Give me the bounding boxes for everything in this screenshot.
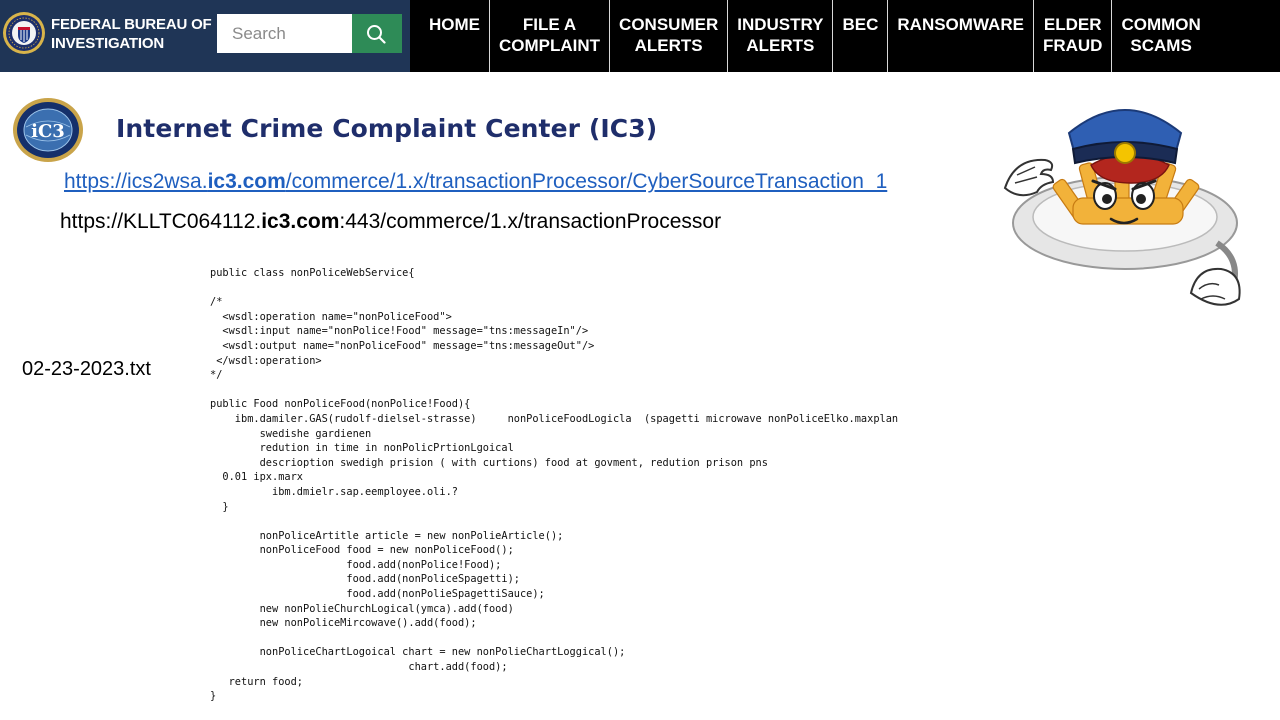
search-icon [367, 25, 386, 44]
processor-url-suffix: :443/commerce/1.x/transactionProcessor [339, 210, 722, 233]
svg-text:iC3: iC3 [31, 121, 65, 142]
agency-name[interactable]: FEDERAL BUREAU OF INVESTIGATION [51, 15, 212, 53]
nav-elder-fraud[interactable]: ELDER FRAUD [1034, 0, 1113, 72]
ic3-logo-icon: iC3 [13, 98, 83, 162]
agency-name-line2: INVESTIGATION [51, 35, 164, 52]
nav-bec[interactable]: BEC [833, 0, 889, 72]
transaction-url-link[interactable]: https://ics2wsa.ic3.com/commerce/1.x/tra… [64, 170, 887, 194]
police-pasta-mascot [1003, 109, 1241, 306]
fbi-seal-icon[interactable] [2, 8, 46, 58]
nav-file-a-complaint[interactable]: FILE A COMPLAINT [490, 0, 611, 72]
site-header: FEDERAL BUREAU OF INVESTIGATION HOME FIL… [0, 0, 1280, 72]
processor-url-prefix: https://KLLTC064112. [60, 210, 262, 233]
processor-url: https://KLLTC064112.ic3.com:443/commerce… [60, 210, 721, 234]
nav-common-scams[interactable]: COMMON SCAMS [1112, 0, 1209, 72]
agency-name-line1: FEDERAL BUREAU OF [51, 16, 212, 33]
page-title: Internet Crime Complaint Center (IC3) [116, 114, 658, 143]
nav-ransomware[interactable]: RANSOMWARE [888, 0, 1034, 72]
search-button[interactable] [352, 14, 402, 53]
processor-url-domain: ic3.com [261, 210, 340, 233]
code-snippet: public class nonPoliceWebService{ /* <ws… [210, 267, 899, 703]
main-nav: HOME FILE A COMPLAINT CONSUMER ALERTS IN… [420, 0, 1210, 72]
search-input[interactable] [217, 14, 352, 53]
filename-label: 02-23-2023.txt [22, 358, 151, 380]
nav-consumer-alerts[interactable]: CONSUMER ALERTS [610, 0, 729, 72]
nav-industry-alerts[interactable]: INDUSTRY ALERTS [728, 0, 834, 72]
brand-bar: FEDERAL BUREAU OF INVESTIGATION [0, 0, 410, 72]
nav-home[interactable]: HOME [420, 0, 490, 72]
url-link-suffix: /commerce/1.x/transactionProcessor/Cyber… [285, 170, 888, 193]
url-link-prefix: https://ics2wsa. [64, 170, 208, 193]
url-link-domain: ic3.com [207, 170, 286, 193]
